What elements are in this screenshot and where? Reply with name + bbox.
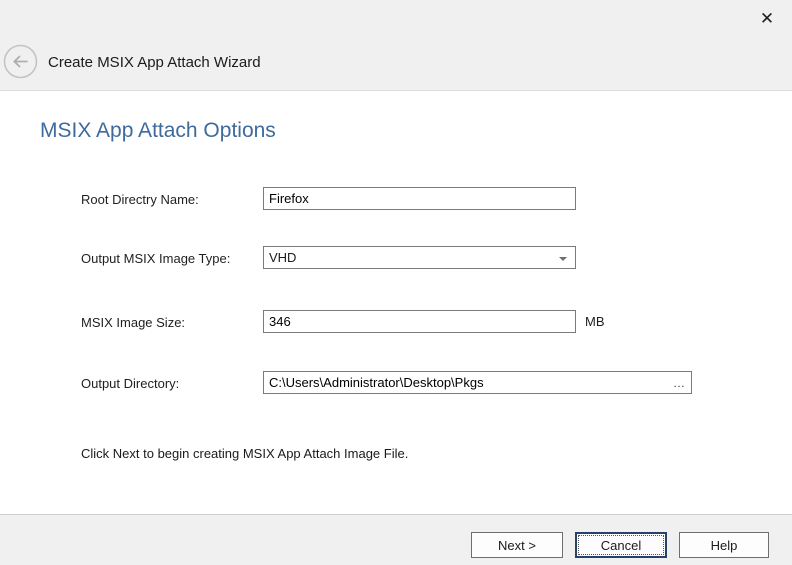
back-icon[interactable] bbox=[3, 44, 38, 79]
output-directory-field: … bbox=[263, 371, 692, 394]
image-size-label: MSIX Image Size: bbox=[81, 315, 185, 330]
footer-bar: Next > Cancel Help bbox=[0, 514, 792, 565]
image-type-dropdown[interactable]: VHD bbox=[263, 246, 576, 269]
chevron-down-icon bbox=[559, 257, 567, 261]
browse-ellipsis-button[interactable]: … bbox=[668, 372, 690, 393]
image-size-unit-label: MB bbox=[585, 314, 605, 329]
msix-app-attach-wizard-dialog: Create MSIX App Attach Wizard ✕ MSIX App… bbox=[0, 0, 792, 565]
close-icon[interactable]: ✕ bbox=[754, 6, 780, 32]
root-directory-input[interactable] bbox=[263, 187, 576, 210]
image-type-selected-value: VHD bbox=[269, 250, 296, 265]
image-type-label: Output MSIX Image Type: bbox=[81, 251, 230, 266]
wizard-title: Create MSIX App Attach Wizard bbox=[48, 54, 261, 71]
cancel-button[interactable]: Cancel bbox=[575, 532, 667, 558]
output-directory-input[interactable] bbox=[263, 371, 692, 394]
image-size-input[interactable] bbox=[263, 310, 576, 333]
help-button[interactable]: Help bbox=[679, 532, 769, 558]
instruction-text: Click Next to begin creating MSIX App At… bbox=[81, 446, 408, 461]
wizard-header: Create MSIX App Attach Wizard ✕ bbox=[0, 0, 792, 91]
next-button[interactable]: Next > bbox=[471, 532, 563, 558]
output-directory-label: Output Directory: bbox=[81, 376, 179, 391]
root-directory-label: Root Directry Name: bbox=[81, 192, 199, 207]
page-title: MSIX App Attach Options bbox=[40, 119, 276, 143]
